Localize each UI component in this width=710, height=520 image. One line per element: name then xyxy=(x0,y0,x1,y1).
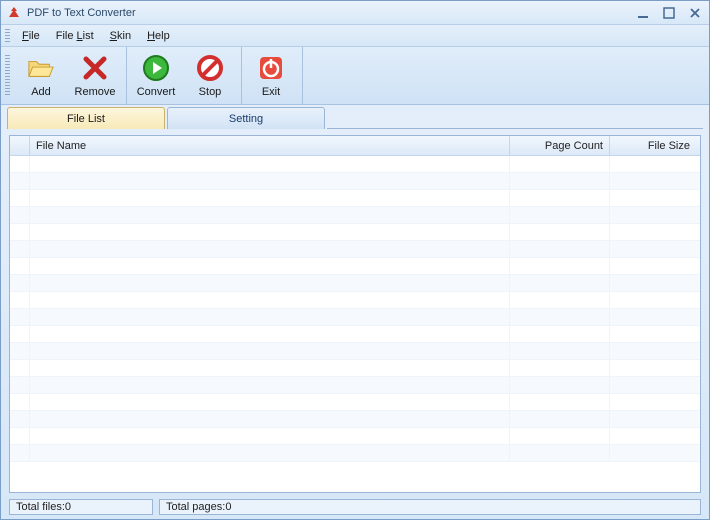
toolbar-grip xyxy=(5,55,10,95)
statusbar: Total files: 0 Total pages: 0 xyxy=(1,497,709,519)
power-icon xyxy=(257,54,285,82)
app-icon xyxy=(7,6,21,20)
status-totalfiles: Total files: 0 xyxy=(9,499,153,515)
table-row xyxy=(10,275,700,292)
table-header: File Name Page Count File Size xyxy=(10,136,700,156)
menubar: File File List Skin Help xyxy=(1,25,709,47)
convert-label: Convert xyxy=(137,86,176,98)
titlebar: PDF to Text Converter xyxy=(1,1,709,25)
toolbar-group-file: Add Remove xyxy=(14,47,127,104)
menu-filelist[interactable]: File List xyxy=(48,27,102,45)
table-row xyxy=(10,377,700,394)
table-row xyxy=(10,224,700,241)
toolbar-group-action: Convert Stop xyxy=(129,47,242,104)
add-button[interactable]: Add xyxy=(14,49,68,103)
column-filesize[interactable]: File Size xyxy=(610,136,700,155)
tab-setting[interactable]: Setting xyxy=(167,107,325,129)
toolbar-group-exit: Exit xyxy=(244,47,303,104)
totalpages-value: 0 xyxy=(225,501,231,513)
table-row xyxy=(10,309,700,326)
tab-filelist-label: File List xyxy=(67,113,105,125)
column-filename[interactable]: File Name xyxy=(30,136,510,155)
table-row xyxy=(10,190,700,207)
x-icon xyxy=(81,54,109,82)
add-label: Add xyxy=(31,86,51,98)
window-controls xyxy=(635,6,703,20)
table-row xyxy=(10,428,700,445)
menu-file[interactable]: File xyxy=(14,27,48,45)
close-button[interactable] xyxy=(687,6,703,20)
table-row xyxy=(10,343,700,360)
minimize-button[interactable] xyxy=(635,6,651,20)
totalfiles-value: 0 xyxy=(65,501,71,513)
stop-label: Stop xyxy=(199,86,222,98)
table-row xyxy=(10,445,700,462)
tabbar: File List Setting xyxy=(1,105,709,129)
folder-open-icon xyxy=(27,54,55,82)
menu-skin[interactable]: Skin xyxy=(102,27,139,45)
convert-button[interactable]: Convert xyxy=(129,49,183,103)
table-row xyxy=(10,156,700,173)
menu-help[interactable]: Help xyxy=(139,27,178,45)
table-row xyxy=(10,258,700,275)
table-row xyxy=(10,292,700,309)
content-area: File Name Page Count File Size xyxy=(1,129,709,497)
remove-label: Remove xyxy=(75,86,116,98)
remove-button[interactable]: Remove xyxy=(68,49,122,103)
toolbar: Add Remove Convert Stop xyxy=(1,47,709,105)
table-row xyxy=(10,360,700,377)
tab-filelist[interactable]: File List xyxy=(7,107,165,129)
no-entry-icon xyxy=(196,54,224,82)
exit-label: Exit xyxy=(262,86,280,98)
app-window: PDF to Text Converter File File List Ski… xyxy=(0,0,710,520)
table-row xyxy=(10,394,700,411)
menubar-grip xyxy=(5,29,10,43)
table-row xyxy=(10,411,700,428)
table-row xyxy=(10,173,700,190)
file-table: File Name Page Count File Size xyxy=(9,135,701,493)
window-title: PDF to Text Converter xyxy=(27,7,635,19)
table-body[interactable] xyxy=(10,156,700,492)
exit-button[interactable]: Exit xyxy=(244,49,298,103)
play-icon xyxy=(142,54,170,82)
stop-button[interactable]: Stop xyxy=(183,49,237,103)
status-totalpages: Total pages: 0 xyxy=(159,499,701,515)
table-row xyxy=(10,241,700,258)
table-row xyxy=(10,207,700,224)
table-row xyxy=(10,326,700,343)
column-pagecount[interactable]: Page Count xyxy=(510,136,610,155)
maximize-button[interactable] xyxy=(661,6,677,20)
column-rowselect[interactable] xyxy=(10,136,30,155)
tab-setting-label: Setting xyxy=(229,113,263,125)
